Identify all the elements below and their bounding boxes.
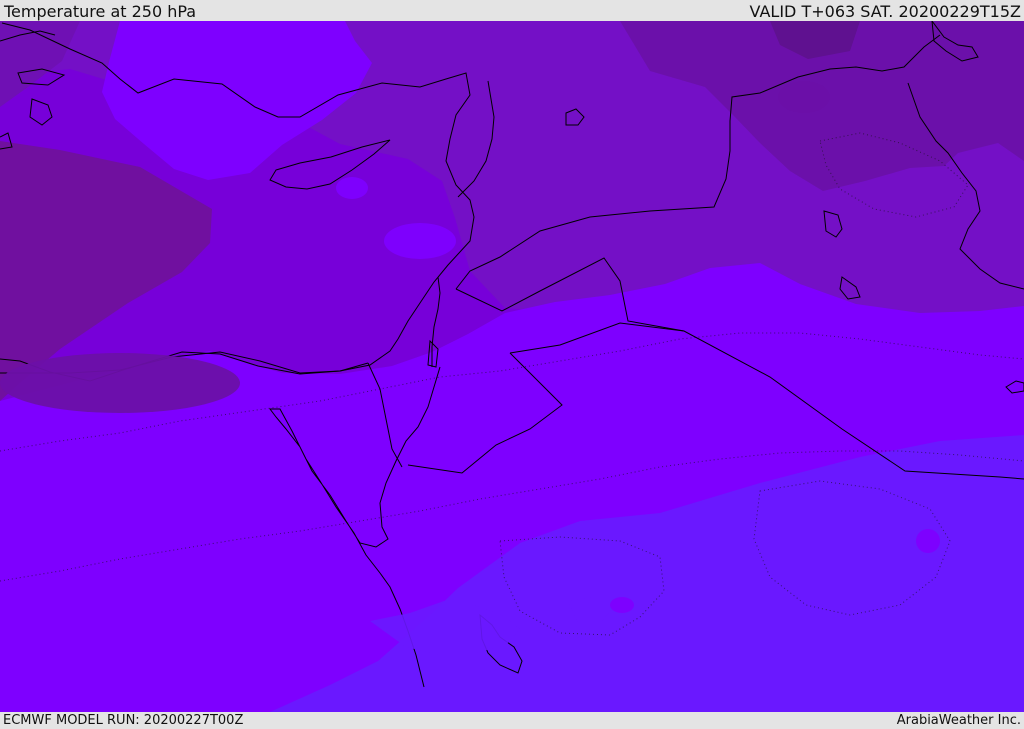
warm-anomaly-1 xyxy=(384,223,456,259)
cold-anomaly-2 xyxy=(778,81,830,113)
warm-anomaly-2 xyxy=(336,177,368,199)
valid-time-label: VALID T+063 SAT. 20200229T15Z xyxy=(749,2,1021,21)
warm-anomaly-5 xyxy=(916,529,940,553)
warm-anomaly-4 xyxy=(610,597,634,613)
warm-anomaly-3 xyxy=(580,365,612,387)
credit-label: ArabiaWeather Inc. xyxy=(896,713,1021,728)
map-title: Temperature at 250 hPa xyxy=(4,2,197,21)
model-run-label: ECMWF MODEL RUN: 20200227T00Z xyxy=(3,713,244,728)
cold-anomaly-1 xyxy=(0,353,240,413)
weather-map xyxy=(0,21,1024,712)
temperature-map-svg xyxy=(0,21,1024,712)
header-bar: Temperature at 250 hPa VALID T+063 SAT. … xyxy=(0,0,1024,21)
footer-bar: ECMWF MODEL RUN: 20200227T00Z ArabiaWeat… xyxy=(0,712,1024,729)
map-frame: Temperature at 250 hPa VALID T+063 SAT. … xyxy=(0,0,1024,729)
